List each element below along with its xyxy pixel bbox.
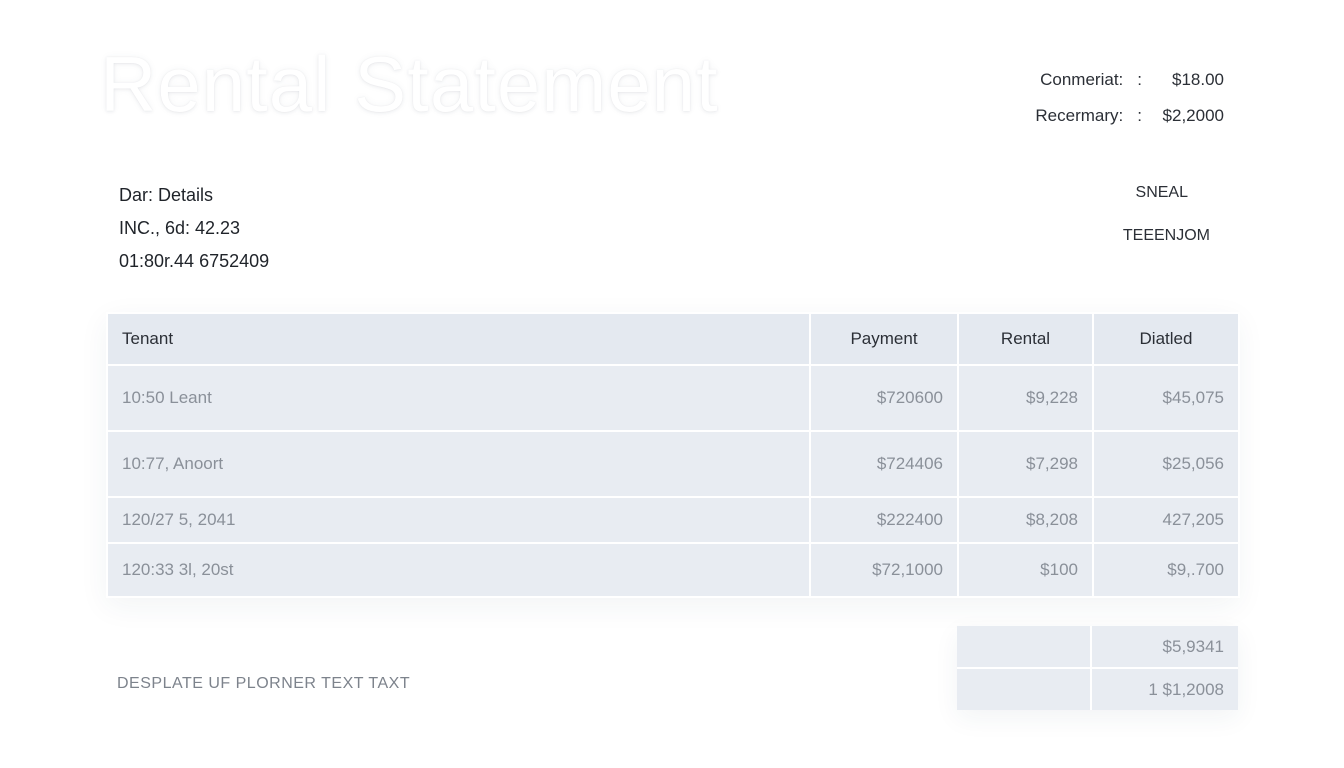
- payment-cell: $720600: [809, 364, 959, 432]
- totals-blank-cell: [957, 626, 1092, 667]
- summary-separator: :: [1137, 70, 1142, 89]
- totals-row: 1 $1,2008: [957, 669, 1238, 710]
- summary-block: Conmeriat: : $18.00 Recermary: : $2,2000: [864, 62, 1224, 134]
- tenant-cell: 10:50 Leant: [106, 364, 811, 432]
- rental-cell: $7,298: [957, 430, 1094, 498]
- summary-row: Recermary: : $2,2000: [864, 98, 1224, 134]
- dialed-cell: 427,205: [1092, 496, 1240, 544]
- totals-amount: $5,9341: [1162, 637, 1224, 656]
- statement-table-container: Tenant Payment Rental Diatled 10:50 Lean…: [106, 312, 1240, 598]
- totals-row: $5,9341: [957, 626, 1238, 669]
- dialed-cell: $45,075: [1092, 364, 1240, 432]
- totals-block: $5,9341 1 $1,2008: [957, 626, 1238, 710]
- page-title: Rental Statement: [100, 40, 719, 128]
- side-note-line: SNEAL: [1135, 184, 1188, 201]
- table-row: 120:33 3l, 20st $72,1000 $100 $9,.700: [106, 542, 1240, 598]
- table-header-row: Tenant Payment Rental Diatled: [106, 312, 1240, 366]
- column-header-rental: Rental: [957, 312, 1094, 366]
- table-row: 10:77, Anoort $724406 $7,298 $25,056: [106, 430, 1240, 498]
- details-line: 01:80r.44 6752409: [119, 251, 270, 271]
- dialed-cell: $9,.700: [1092, 542, 1240, 598]
- details-line: INC., 6d: 42.23: [119, 218, 241, 238]
- summary-label: Recermary:: [1035, 106, 1124, 125]
- table-row: 10:50 Leant $720600 $9,228 $45,075: [106, 364, 1240, 432]
- footer-note: DESPLATE UF PLORNER TEXT TAXT: [117, 675, 411, 692]
- rental-cell: $9,228: [957, 364, 1094, 432]
- details-block: Dar: Details INC., 6d: 42.23 01:80r.44 6…: [119, 182, 269, 281]
- tenant-cell: 120:33 3l, 20st: [106, 542, 811, 598]
- column-header-tenant: Tenant: [106, 312, 811, 366]
- rental-cell: $8,208: [957, 496, 1094, 544]
- totals-amount: 1 $1,2008: [1148, 680, 1224, 699]
- summary-separator: :: [1137, 106, 1142, 125]
- payment-cell: $72,1000: [809, 542, 959, 598]
- dialed-cell: $25,056: [1092, 430, 1240, 498]
- summary-value: $18.00: [1172, 70, 1224, 89]
- column-header-dialed: Diatled: [1092, 312, 1240, 366]
- tenant-cell: 10:77, Anoort: [106, 430, 811, 498]
- tenant-cell: 120/27 5, 2041: [106, 496, 811, 544]
- column-header-payment: Payment: [809, 312, 959, 366]
- totals-blank-cell: [957, 669, 1092, 710]
- statement-table: Tenant Payment Rental Diatled 10:50 Lean…: [106, 312, 1240, 598]
- side-note-line: TEEENJOM: [1122, 227, 1210, 244]
- rental-cell: $100: [957, 542, 1094, 598]
- summary-value: $2,2000: [1162, 106, 1224, 125]
- summary-row: Conmeriat: : $18.00: [864, 62, 1224, 98]
- table-row: 120/27 5, 2041 $222400 $8,208 427,205: [106, 496, 1240, 544]
- details-line: Dar: Details: [119, 185, 214, 205]
- payment-cell: $724406: [809, 430, 959, 498]
- payment-cell: $222400: [809, 496, 959, 544]
- summary-label: Conmeriat:: [1040, 70, 1124, 89]
